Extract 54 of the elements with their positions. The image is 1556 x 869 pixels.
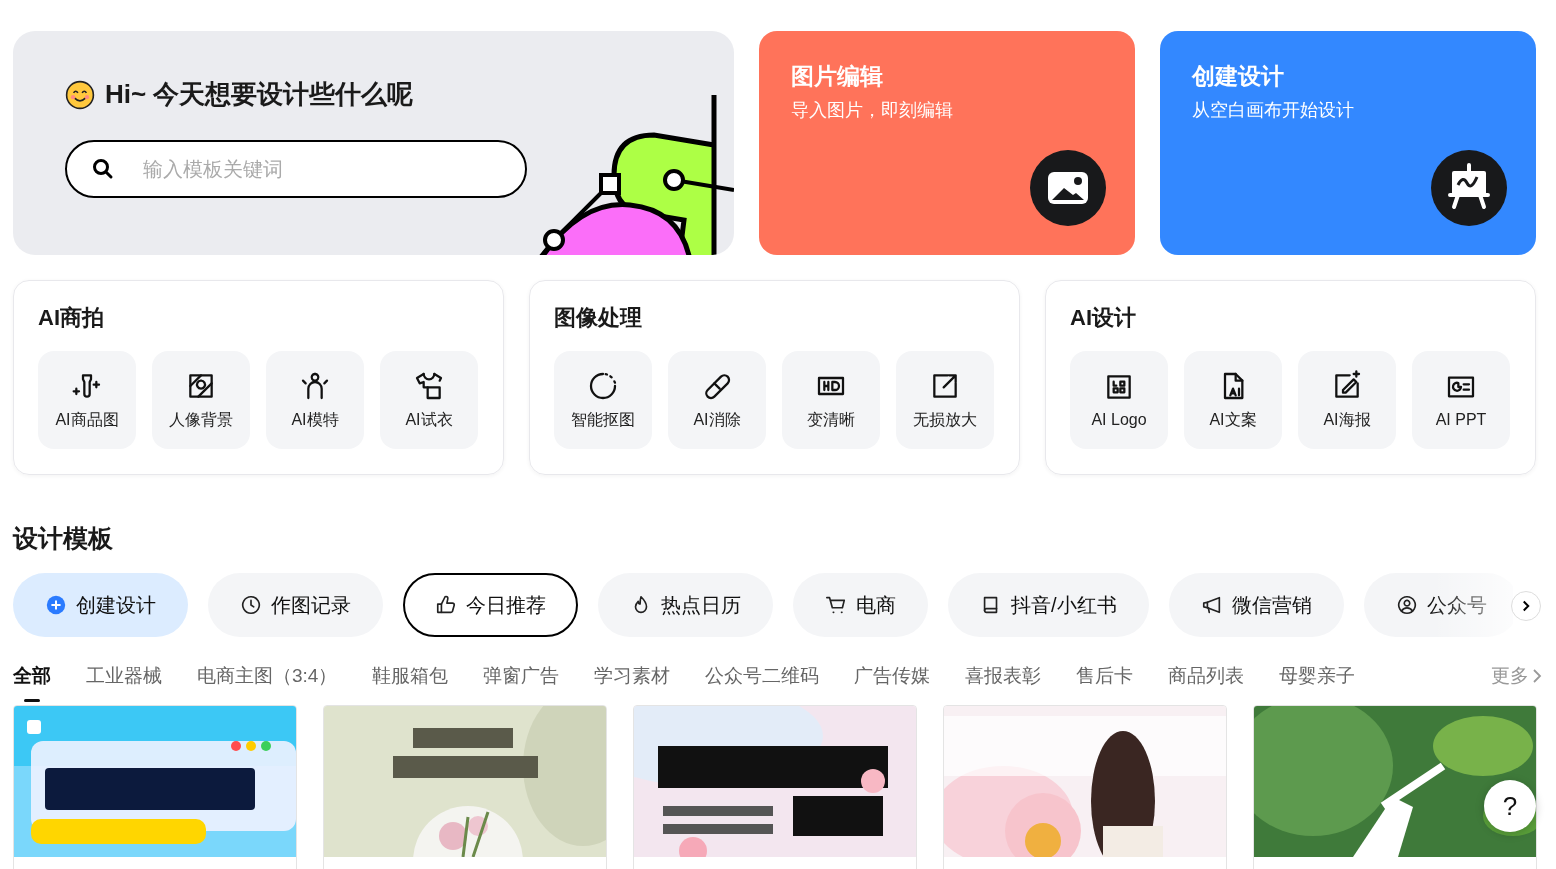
tool-group-title: 图像处理 [554, 304, 643, 332]
tool-tile[interactable]: AI商品图 [38, 351, 136, 449]
category-tab[interactable]: 广告传媒 [854, 663, 931, 702]
search-bar[interactable]: 输入模板关键词 [65, 140, 527, 198]
scroll-right-button[interactable] [1511, 591, 1541, 621]
category-tab[interactable]: 鞋服箱包 [372, 663, 449, 702]
tool-tile[interactable]: AI消除 [668, 351, 766, 449]
greeting-title: Hi~ 今天想要设计些什么呢 [105, 78, 414, 111]
feature-title: 创建设计 [1192, 62, 1285, 91]
category-tab[interactable]: 全部 [13, 663, 51, 702]
feature-subtitle: 导入图片，即刻编辑 [791, 99, 954, 122]
tool-tile[interactable]: AI海报 [1298, 351, 1396, 449]
image-icon[interactable] [1029, 149, 1107, 227]
filter-chip[interactable]: 抖音/小红书 [948, 573, 1149, 637]
tool-tile[interactable]: AI模特 [266, 351, 364, 449]
tool-tile[interactable]: 无损放大 [896, 351, 994, 449]
tool-tile[interactable]: AI PPT [1412, 351, 1510, 449]
feature-title: 图片编辑 [791, 62, 884, 91]
user-icon [1395, 594, 1418, 616]
filter-chip[interactable]: 热点日历 [598, 573, 773, 637]
section-title: 设计模板 [13, 523, 114, 554]
tool-group-title: AI设计 [1070, 304, 1137, 332]
filter-chip[interactable]: 公众号 [1363, 573, 1513, 637]
tool-tile[interactable]: AI Logo [1070, 351, 1168, 449]
filter-chip[interactable]: 电商 [793, 573, 928, 637]
search-input[interactable]: 输入模板关键词 [141, 156, 525, 182]
cart-icon [825, 594, 847, 616]
category-tab[interactable]: 电商主图（3:4） [197, 663, 338, 702]
category-tab[interactable]: 售后卡 [1076, 663, 1134, 702]
tool-group-title: AI商拍 [38, 304, 105, 332]
category-tab[interactable]: 弹窗广告 [483, 663, 560, 702]
tool-tile[interactable]: 智能抠图 [554, 351, 652, 449]
tool-tile[interactable]: 人像背景 [152, 351, 250, 449]
category-tab[interactable]: 公众号二维码 [705, 663, 820, 702]
easel-icon[interactable] [1430, 149, 1508, 227]
megaphone-icon [1200, 594, 1223, 616]
tool-tile[interactable]: 变清晰 [782, 351, 880, 449]
clock-icon [240, 594, 262, 616]
thumbs-up-icon [435, 594, 457, 616]
filter-chip[interactable]: 创建设计 [13, 573, 188, 637]
feature-subtitle: 从空白画布开始设计 [1192, 99, 1355, 122]
tool-tile[interactable]: AI试衣 [380, 351, 478, 449]
plus-icon [45, 594, 67, 616]
category-tab[interactable]: 学习素材 [594, 663, 671, 702]
smiley-icon [65, 79, 95, 110]
filter-chip[interactable]: 今日推荐 [403, 573, 578, 637]
tool-tile[interactable]: AI文案 [1184, 351, 1282, 449]
category-tab[interactable]: 工业器械 [86, 663, 162, 702]
category-tab[interactable]: 母婴亲子 [1279, 663, 1356, 702]
category-tab[interactable]: 喜报表彰 [965, 663, 1042, 702]
search-icon [91, 157, 115, 181]
category-tab[interactable]: 商品列表 [1168, 663, 1245, 702]
filter-chip[interactable]: 作图记录 [208, 573, 383, 637]
filter-chip[interactable]: 微信营销 [1168, 573, 1344, 637]
